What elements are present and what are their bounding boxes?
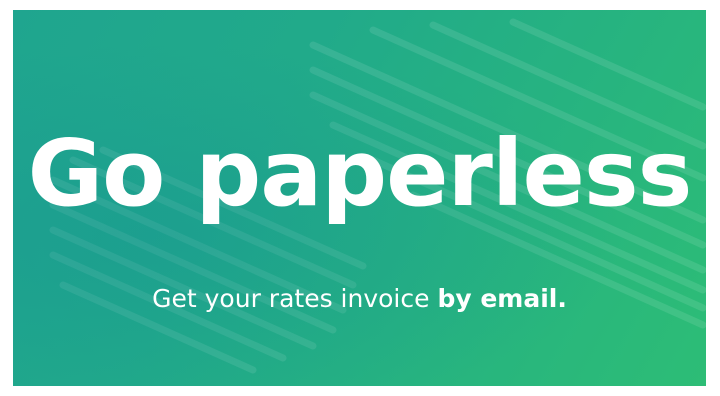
subline-regular-text: Get your rates invoice <box>152 284 438 313</box>
promo-banner: Go paperless Get your rates invoice by e… <box>13 10 706 386</box>
headline: Go paperless <box>27 120 693 227</box>
subline: Get your rates invoice by email. <box>13 284 706 314</box>
subline-bold-text: by email. <box>437 284 567 313</box>
